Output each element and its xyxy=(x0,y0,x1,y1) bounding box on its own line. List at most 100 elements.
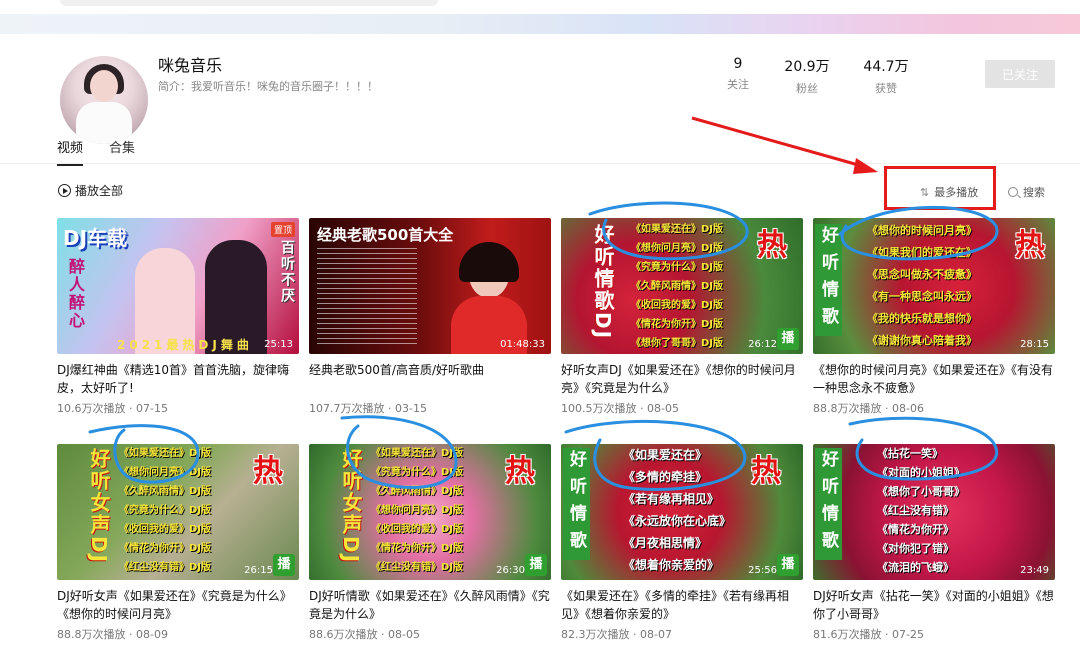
video-thumbnail[interactable]: DJ车载 醉人醉心 百听不厌 2021最热DJ舞曲 置顶 25:13 xyxy=(57,218,299,354)
hot-label: 热 xyxy=(757,228,787,263)
thumb-song: 《情花为你开》DJ版 xyxy=(119,543,212,554)
play-badge: 播 xyxy=(525,554,547,576)
tab-videos[interactable]: 视频 xyxy=(57,137,84,166)
video-meta: 107.7万次播放 · 03-15 xyxy=(309,402,427,415)
video-duration: 25:13 xyxy=(264,339,293,350)
video-title[interactable]: DJ好听女声《拈花一笑》《对面的小姐姐》《想你了小哥哥》 xyxy=(813,587,1055,623)
thumb-song: 《究竟为什么》DJ版 xyxy=(631,262,724,273)
stat-following[interactable]: 9 关注 xyxy=(708,56,768,92)
video-duration: 26:30 xyxy=(496,565,525,576)
thumb-song: 《想你问月亮》DJ版 xyxy=(371,505,464,516)
video-thumbnail[interactable]: 好听情歌 《如果爱还在》 《多情的牵挂》 《若有缘再相见》 《永远放你在心底》 … xyxy=(561,444,803,580)
play-all-label: 播放全部 xyxy=(75,184,124,198)
video-duration: 28:15 xyxy=(1020,339,1049,350)
video-thumbnail[interactable]: 好听情歌 《拈花一笑》 《对面的小姐姐》 《想你了小哥哥》 《红尘没有错》 《情… xyxy=(813,444,1055,580)
video-card[interactable]: DJ车载 醉人醉心 百听不厌 2021最热DJ舞曲 置顶 25:13 DJ爆红神… xyxy=(57,218,299,416)
thumb-song-list-graphic xyxy=(317,248,417,344)
thumb-song: 《拈花一笑》 xyxy=(877,447,943,460)
video-title[interactable]: DJ好听女声《如果爱还在》《究竟是为什么》《想你的时候问月亮》 xyxy=(57,587,299,623)
play-all-button[interactable]: 播放全部 xyxy=(58,182,123,199)
thumb-song: 《究竟为什么》DJ版 xyxy=(371,467,464,478)
thumb-song: 《情花为你开》DJ版 xyxy=(631,319,724,330)
video-title[interactable]: DJ爆红神曲《精选10首》首首洗脑，旋律嗨皮，太好听了! xyxy=(57,361,299,397)
followed-button[interactable]: 已关注 xyxy=(985,60,1055,88)
user-bio: 简介：我爱听音乐！咪兔的音乐圈子！！！！ xyxy=(158,80,378,93)
play-badge: 播 xyxy=(777,554,799,576)
avatar-face xyxy=(90,70,118,102)
video-meta: 82.3万次播放 · 08-07 xyxy=(561,628,672,641)
video-card[interactable]: 好听情歌 《想你的时候问月亮》 《如果我们的爱还在》 《思念叫做永不疲惫》 《有… xyxy=(813,218,1055,416)
stat-following-num: 9 xyxy=(733,56,743,72)
thumb-song: 《有一种思念叫永远》 xyxy=(867,290,977,303)
video-card[interactable]: 好听情歌 《拈花一笑》 《对面的小姐姐》 《想你了小哥哥》 《红尘没有错》 《情… xyxy=(813,444,1055,642)
play-badge: 播 xyxy=(777,328,799,350)
thumb-song: 《如果爱还在》 xyxy=(623,448,708,462)
video-thumbnail[interactable]: 好听女声DJ 《如果爱还在》DJ版 《想你问月亮》DJ版 《久醉风雨情》DJ版 … xyxy=(57,444,299,580)
search-label: 搜索 xyxy=(1023,186,1045,199)
play-badge: 播 xyxy=(273,554,295,576)
thumb-song: 《想你了哥哥》DJ版 xyxy=(631,338,724,349)
thumb-figure-hair xyxy=(459,242,519,282)
thumb-song: 《想你问月亮》DJ版 xyxy=(631,243,724,254)
video-meta: 81.6万次播放 · 07-25 xyxy=(813,628,924,641)
pinned-badge: 置顶 xyxy=(270,222,295,237)
video-title[interactable]: 《想你的时候问月亮》《如果爱还在》《有没有一种思念永不疲惫》 xyxy=(813,361,1055,397)
thumb-vert-text: 好听情歌 xyxy=(815,448,842,560)
hot-label: 热 xyxy=(1015,228,1045,263)
thumb-song: 《久醉风雨情》DJ版 xyxy=(631,281,724,292)
video-thumbnail[interactable]: 好听情歌 《想你的时候问月亮》 《如果我们的爱还在》 《思念叫做永不疲惫》 《有… xyxy=(813,218,1055,354)
hot-label: 热 xyxy=(751,454,781,489)
thumb-song: 《对你犯了错》 xyxy=(877,542,954,555)
thumb-song: 《收回我的爱》DJ版 xyxy=(631,300,724,311)
thumb-song: 《红尘没有错》DJ版 xyxy=(371,562,464,573)
thumb-vert-text: 好听女声DJ xyxy=(339,448,363,565)
video-card[interactable]: 好听情歌 《如果爱还在》 《多情的牵挂》 《若有缘再相见》 《永远放你在心底》 … xyxy=(561,444,803,642)
thumb-song: 《如果爱还在》DJ版 xyxy=(119,448,212,459)
video-meta: 10.6万次播放 · 07-15 xyxy=(57,402,168,415)
thumb-song-list: 《如果爱还在》DJ版 《想你问月亮》DJ版 《久醉风雨情》DJ版 《究竟为什么》… xyxy=(119,444,211,577)
thumb-song: 《红尘没有错》 xyxy=(877,504,954,517)
video-title[interactable]: 好听女声DJ《如果爱还在》《想你的时候问月亮》《究竟是为什么》 xyxy=(561,361,803,397)
stat-fans[interactable]: 20.9万 粉丝 xyxy=(777,56,837,96)
video-card[interactable]: 好听女声DJ 《如果爱还在》DJ版 《想你问月亮》DJ版 《久醉风雨情》DJ版 … xyxy=(57,444,299,642)
video-title[interactable]: 《如果爱还在》《多情的牵挂》《若有缘再相见》《想着你亲爱的》 xyxy=(561,587,803,623)
top-bar xyxy=(0,0,1080,36)
video-thumbnail[interactable]: 好听女声DJ 《如果爱还在》DJ版 《究竟为什么》DJ版 《久醉风雨情》DJ版 … xyxy=(309,444,551,580)
thumb-vert-text: 好听情歌DJ xyxy=(591,224,615,341)
thumb-head-text: 经典老歌500首大全 xyxy=(317,226,454,244)
video-title[interactable]: DJ好听情歌《如果爱还在》《久醉风雨情》《究竟是为什么》 xyxy=(309,587,551,623)
hot-label: 热 xyxy=(253,454,283,489)
thumb-song: 《如果爱还在》DJ版 xyxy=(371,448,464,459)
video-card[interactable]: 经典老歌500首大全 01:48:33 经典老歌500首/高音质/好听歌曲 10… xyxy=(309,218,551,416)
tab-collections[interactable]: 合集 xyxy=(109,137,135,156)
thumb-song: 《想着你亲爱的》 xyxy=(623,558,720,572)
thumb-song: 《究竟为什么》DJ版 xyxy=(119,505,212,516)
video-title[interactable]: 经典老歌500首/高音质/好听歌曲 xyxy=(309,361,551,397)
thumb-song: 《如果爱还在》DJ版 xyxy=(631,224,724,235)
thumb-song-list: 《如果爱还在》DJ版 《想你问月亮》DJ版 《究竟为什么》DJ版 《久醉风雨情》… xyxy=(631,220,723,353)
thumb-song-list: 《如果爱还在》DJ版 《究竟为什么》DJ版 《久醉风雨情》DJ版 《想你问月亮》… xyxy=(371,444,463,577)
thumb-song: 《久醉风雨情》DJ版 xyxy=(119,486,212,497)
banner-gradient xyxy=(0,14,1080,34)
thumb-song: 《若有缘再相见》 xyxy=(623,492,720,506)
thumb-song: 《红尘没有错》DJ版 xyxy=(119,562,212,573)
thumb-song: 《收回我的爱》DJ版 xyxy=(119,524,212,535)
thumb-song: 《思念叫做永不疲惫》 xyxy=(867,268,977,281)
hot-label: 热 xyxy=(505,454,535,489)
top-search-strip[interactable] xyxy=(60,0,438,6)
video-card[interactable]: 好听女声DJ 《如果爱还在》DJ版 《究竟为什么》DJ版 《久醉风雨情》DJ版 … xyxy=(309,444,551,642)
search-button[interactable]: 搜索 xyxy=(1008,184,1045,200)
video-card[interactable]: 好听情歌DJ 《如果爱还在》DJ版 《想你问月亮》DJ版 《究竟为什么》DJ版 … xyxy=(561,218,803,416)
search-icon xyxy=(1008,187,1018,197)
thumb-song: 《收回我的爱》DJ版 xyxy=(371,524,464,535)
video-thumbnail[interactable]: 好听情歌DJ 《如果爱还在》DJ版 《想你问月亮》DJ版 《究竟为什么》DJ版 … xyxy=(561,218,803,354)
thumb-song: 《想你问月亮》DJ版 xyxy=(119,467,212,478)
stat-fans-label: 粉丝 xyxy=(796,82,818,95)
thumb-vert-text: 好听情歌 xyxy=(563,448,590,560)
tab-bar: 视频 合集 xyxy=(0,130,1080,166)
video-thumbnail[interactable]: 经典老歌500首大全 01:48:33 xyxy=(309,218,551,354)
video-duration: 26:12 xyxy=(748,339,777,350)
thumb-song: 《想你了小哥哥》 xyxy=(877,485,965,498)
thumb-song: 《如果我们的爱还在》 xyxy=(867,246,977,259)
video-meta: 100.5万次播放 · 08-05 xyxy=(561,402,679,415)
